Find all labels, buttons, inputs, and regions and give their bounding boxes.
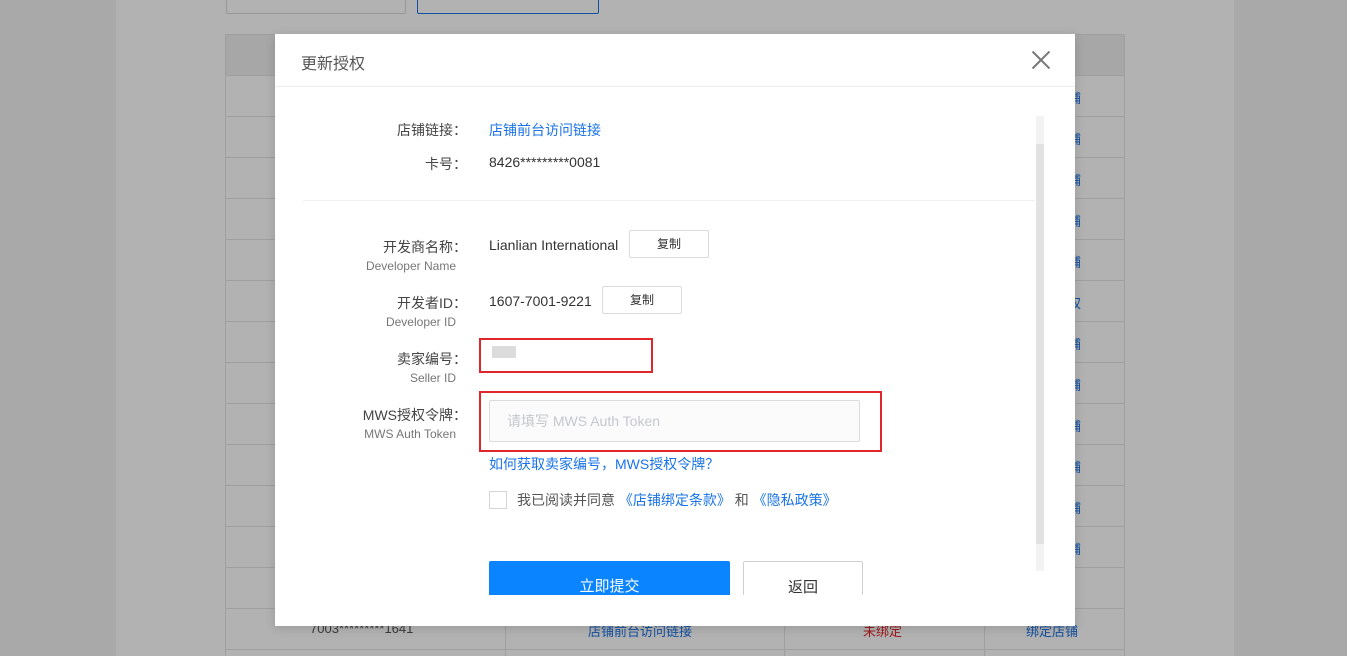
section-divider [303, 200, 1035, 201]
store-link-label: 店铺链接： [397, 122, 467, 138]
agreement-checkbox[interactable] [489, 491, 507, 509]
agreement-and-text: 和 [734, 492, 749, 508]
dialog-scrollbar[interactable] [1036, 116, 1044, 571]
developer-name-label: 开发商名称： [383, 239, 467, 255]
update-authorization-dialog: 更新授权 店铺链接： 店铺前台访问链接 卡号： 8426*********008… [275, 34, 1075, 626]
developer-name-sublabel: Developer Name [365, 259, 456, 273]
agreement-row: 我已阅读并同意 《店铺绑定条款》 和 《隐私政策》 [489, 490, 837, 510]
highlight-box-mws-token [479, 391, 882, 452]
mws-token-sublabel: MWS Auth Token [364, 427, 456, 441]
store-binding-terms-link[interactable]: 《店铺绑定条款》 [619, 492, 731, 508]
dialog-body: 店铺链接： 店铺前台访问链接 卡号： 8426*********0081 开发商… [275, 88, 1075, 595]
card-number-label: 卡号： [425, 156, 467, 172]
highlight-box-seller-id [479, 338, 653, 373]
mws-token-label: MWS授权令牌： [362, 407, 467, 423]
how-to-get-credentials-link[interactable]: 如何获取卖家编号，MWS授权令牌？ [489, 454, 719, 474]
developer-id-value: 1607-7001-9221 [489, 293, 592, 309]
seller-id-sublabel: Seller ID [409, 371, 456, 385]
dialog-header: 更新授权 [275, 34, 1075, 87]
submit-button[interactable]: 立即提交 [489, 561, 730, 595]
privacy-policy-link[interactable]: 《隐私政策》 [753, 492, 837, 508]
agreement-text: 我已阅读并同意 [517, 492, 615, 508]
seller-id-label: 卖家编号： [397, 351, 467, 367]
copy-developer-id-button[interactable]: 复制 [602, 286, 682, 314]
dialog-scrollbar-thumb[interactable] [1036, 144, 1044, 544]
developer-id-sublabel: Developer ID [385, 315, 456, 329]
card-number-value: 8426*********0081 [489, 154, 601, 170]
dialog-title: 更新授权 [301, 56, 366, 73]
copy-developer-name-button[interactable]: 复制 [629, 230, 709, 258]
store-link[interactable]: 店铺前台访问链接 [489, 120, 601, 140]
developer-id-label: 开发者ID： [397, 295, 467, 311]
developer-name-value: Lianlian International [489, 237, 619, 253]
back-button[interactable]: 返回 [743, 561, 863, 595]
close-icon[interactable] [1031, 50, 1051, 70]
